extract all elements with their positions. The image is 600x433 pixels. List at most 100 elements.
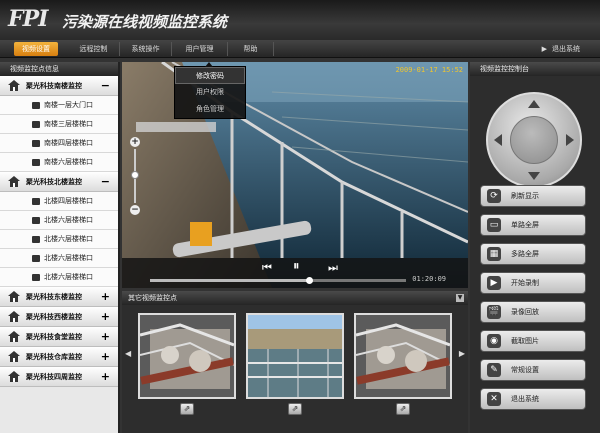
site-group[interactable]: 聚光科技四周监控 +: [0, 367, 118, 387]
expand-icon[interactable]: +: [101, 327, 110, 347]
site-group-label: 聚光科技南楼监控: [26, 82, 82, 90]
camera-thumbnail[interactable]: [354, 313, 452, 399]
previous-icon[interactable]: ⏮: [262, 262, 272, 274]
camera-item[interactable]: 南楼六层楼梯口: [0, 153, 118, 172]
arrow-up-icon[interactable]: [528, 100, 540, 108]
app-logo: FPI: [8, 6, 48, 32]
camera-item[interactable]: 北楼六层楼梯口: [0, 230, 118, 249]
control-button-label: 单路全屏: [511, 221, 539, 229]
site-group[interactable]: 聚光科技北楼监控 −: [0, 172, 118, 192]
camera-item[interactable]: 南楼三层楼梯口: [0, 115, 118, 134]
zoom-in-icon[interactable]: +: [130, 137, 140, 147]
other-cameras-panel: 其它视频监控点 ▼ ◀ ▶ ⇗ ⇗ ⇗: [122, 291, 468, 433]
collapse-icon[interactable]: ▼: [456, 294, 464, 302]
site-group[interactable]: 聚光科技东楼监控 +: [0, 287, 118, 307]
control-button[interactable]: ✎ 常规设置: [480, 359, 586, 381]
other-cameras-title: 其它视频监控点: [122, 291, 468, 305]
menu-user-management[interactable]: 用户管理: [172, 42, 228, 56]
camera-icon: [32, 198, 40, 205]
camera-icon: [32, 140, 40, 147]
collapse-icon[interactable]: −: [101, 172, 110, 192]
expand-icon[interactable]: +: [101, 287, 110, 307]
zoom-out-icon[interactable]: −: [130, 205, 140, 215]
video-viewport[interactable]: 2009-01-17 15:52 修改密码 用户权限 角色管理 + − ⏮ ⏸ …: [122, 62, 468, 288]
ptz-center[interactable]: [510, 116, 558, 164]
control-button[interactable]: ✕ 退出系统: [480, 388, 586, 410]
camera-item[interactable]: 北楼六层楼梯口: [0, 249, 118, 268]
control-button-label: 退出系统: [511, 395, 539, 403]
arrow-down-icon[interactable]: [528, 172, 540, 180]
camera-thumbnail[interactable]: [138, 313, 236, 399]
control-button[interactable]: ▭ 单路全屏: [480, 214, 586, 236]
playback-progress[interactable]: [150, 277, 406, 284]
menu-system-operation[interactable]: 系统操作: [120, 42, 172, 56]
menu-remote-control[interactable]: 远程控制: [68, 42, 120, 56]
dropdown-item-user-permissions[interactable]: 用户权限: [175, 84, 245, 101]
zoom-control[interactable]: + −: [130, 137, 140, 215]
playback-progress-handle[interactable]: [305, 277, 313, 284]
camera-icon: [32, 274, 40, 281]
camera-icon: [32, 121, 40, 128]
control-button[interactable]: ◉ 截取图片: [480, 330, 586, 352]
control-console-title: 视频监控控制台: [470, 62, 600, 76]
control-button-label: 截取图片: [511, 337, 539, 345]
wrench-icon: ✎: [487, 363, 501, 377]
menu-video-settings[interactable]: 视频设置: [14, 42, 58, 56]
control-button[interactable]: ⟳ 刷新显示: [480, 185, 586, 207]
zoom-slider-handle[interactable]: [131, 171, 139, 179]
dropdown-item-role-management[interactable]: 角色管理: [175, 101, 245, 118]
camera-item[interactable]: 南楼一层大门口: [0, 96, 118, 115]
camera-item[interactable]: 北楼六层楼梯口: [0, 211, 118, 230]
control-button[interactable]: ▶ 开始录制: [480, 272, 586, 294]
control-button[interactable]: 🎬 录像回放: [480, 301, 586, 323]
control-button-label: 多路全屏: [511, 250, 539, 258]
open-camera-icon[interactable]: ⇗: [288, 403, 302, 415]
arrow-right-icon: ▶: [541, 45, 547, 53]
camera-icon: [32, 159, 40, 166]
camera-item-label: 北楼六层楼梯口: [44, 235, 93, 243]
expand-icon[interactable]: +: [101, 367, 110, 387]
site-group[interactable]: 聚光科技食堂监控 +: [0, 327, 118, 347]
ptz-direction-pad[interactable]: [486, 92, 582, 188]
site-group-label: 聚光科技西楼监控: [26, 313, 82, 321]
thumbnail-image: [140, 315, 234, 397]
expand-icon[interactable]: +: [101, 307, 110, 327]
site-group[interactable]: 聚光科技仓库监控 +: [0, 347, 118, 367]
site-group[interactable]: 聚光科技西楼监控 +: [0, 307, 118, 327]
site-group-label: 聚光科技东楼监控: [26, 293, 82, 301]
app-window: FPI 污染源在线视频监控系统 视频设置 远程控制 系统操作 用户管理 帮助 ▶…: [0, 0, 600, 433]
control-button[interactable]: ▦ 多路全屏: [480, 243, 586, 265]
site-group-label: 聚光科技仓库监控: [26, 353, 82, 361]
camera-item-label: 北楼六层楼梯口: [44, 273, 93, 281]
camera-thumbnail[interactable]: [246, 313, 344, 399]
play-record-icon: ▶: [487, 276, 501, 290]
camera-item[interactable]: 北楼六层楼梯口: [0, 268, 118, 287]
site-tree: 聚光科技南楼监控 − 南楼一层大门口 南楼三层楼梯口 南楼四层楼梯口 南楼六层楼梯口 聚光科…: [0, 76, 118, 387]
camera-icon: [32, 217, 40, 224]
exit-system-label: 退出系统: [552, 45, 580, 53]
scroll-right-icon[interactable]: ▶: [459, 349, 465, 358]
menu-help[interactable]: 帮助: [228, 42, 274, 56]
site-group[interactable]: 聚光科技南楼监控 −: [0, 76, 118, 96]
house-icon: [8, 291, 20, 302]
monitor-site-panel-title: 视频监控点信息: [0, 62, 118, 76]
camera-item[interactable]: 北楼四层楼梯口: [0, 192, 118, 211]
exit-system-link[interactable]: ▶ 退出系统: [542, 42, 580, 56]
dropdown-item-change-password[interactable]: 修改密码: [175, 67, 245, 84]
arrow-right-icon[interactable]: [566, 134, 574, 146]
open-camera-icon[interactable]: ⇗: [396, 403, 410, 415]
collapse-icon[interactable]: −: [101, 76, 110, 96]
scroll-left-icon[interactable]: ◀: [125, 349, 131, 358]
control-console: 视频监控控制台 ⟳ 刷新显示 ▭ 单路全屏 ▦ 多路全屏 ▶ 开始录制 🎬 录像回放 ◉ 截取图片 ✎ 常…: [470, 62, 600, 433]
camera-item-label: 南楼四层楼梯口: [44, 139, 93, 147]
house-icon: [8, 351, 20, 362]
refresh-icon: ⟳: [487, 189, 501, 203]
video-timestamp: 2009-01-17 15:52: [395, 66, 463, 74]
open-camera-icon[interactable]: ⇗: [180, 403, 194, 415]
next-icon[interactable]: ⏭: [328, 262, 338, 274]
arrow-left-icon[interactable]: [494, 134, 502, 146]
site-group-label: 聚光科技食堂监控: [26, 333, 82, 341]
pause-icon[interactable]: ⏸: [293, 260, 300, 273]
camera-item[interactable]: 南楼四层楼梯口: [0, 134, 118, 153]
expand-icon[interactable]: +: [101, 347, 110, 367]
